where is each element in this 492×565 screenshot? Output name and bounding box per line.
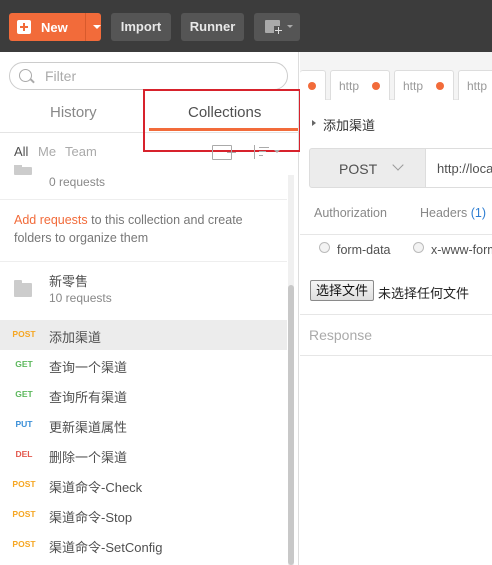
- radio-urlencoded[interactable]: [413, 242, 424, 253]
- sidebar: History Collections All Me Team 0 reques…: [0, 52, 301, 565]
- radio-form-data-label: form-data: [337, 243, 391, 257]
- empty-collection-hint: Add requests to this collection and crea…: [14, 211, 264, 247]
- unsaved-dot-icon: [308, 82, 316, 90]
- tab-headers-label: Headers: [420, 206, 468, 220]
- chevron-down-icon: [287, 25, 293, 28]
- method-badge: DEL: [15, 449, 33, 459]
- chevron-right-icon[interactable]: [312, 120, 316, 126]
- filter-me[interactable]: Me: [38, 144, 56, 159]
- headers-count-badge: (1): [470, 206, 487, 220]
- divider: [300, 234, 492, 235]
- collection-request-count: 10 requests: [49, 291, 112, 305]
- method-badge: PUT: [15, 419, 33, 429]
- method-select[interactable]: POST: [309, 148, 426, 188]
- request-tab-label: http: [339, 79, 360, 93]
- request-item[interactable]: DEL 删除一个渠道: [0, 440, 287, 470]
- request-name: 查询所有渠道: [49, 390, 128, 405]
- filter-team[interactable]: Team: [65, 144, 97, 159]
- request-tab[interactable]: [300, 70, 326, 100]
- radio-form-data[interactable]: [319, 242, 330, 253]
- new-collection-icon[interactable]: [212, 145, 236, 160]
- new-button-label: New: [41, 20, 68, 35]
- divider: [0, 199, 287, 200]
- scrollbar-thumb[interactable]: [288, 285, 294, 565]
- collection-item[interactable]: 新零售 10 requests: [0, 262, 287, 320]
- request-tab[interactable]: http: [458, 70, 492, 100]
- divider: [300, 355, 492, 356]
- collection-name: 新零售: [49, 274, 89, 289]
- request-item[interactable]: POST 渠道命令-SetConfig: [0, 530, 287, 560]
- divider: [300, 314, 492, 315]
- folder-icon: [14, 165, 32, 175]
- request-name: 渠道命令-Check: [49, 480, 143, 495]
- request-name: 查询一个渠道: [49, 360, 128, 375]
- top-toolbar: New Import Runner: [0, 0, 492, 52]
- request-tab[interactable]: http: [394, 70, 454, 100]
- request-item[interactable]: GET 查询所有渠道: [0, 380, 287, 410]
- plus-icon: [274, 26, 283, 35]
- method-badge: POST: [12, 509, 36, 519]
- request-name: 删除一个渠道: [49, 450, 128, 465]
- method-badge: POST: [12, 329, 36, 339]
- new-window-button[interactable]: [254, 13, 300, 41]
- runner-button[interactable]: Runner: [181, 13, 244, 41]
- collection-request-count: 0 requests: [49, 175, 106, 189]
- request-item[interactable]: POST 渠道命令-Stop: [0, 500, 287, 530]
- method-badge: POST: [12, 539, 36, 549]
- file-status-text: 未选择任何文件: [378, 286, 470, 301]
- sort-icon-stem: [254, 145, 255, 159]
- method-badge: GET: [15, 359, 33, 369]
- radio-urlencoded-label: x-www-form: [431, 243, 492, 257]
- request-tab-label: http: [467, 79, 488, 93]
- request-title: 添加渠道: [323, 118, 376, 133]
- filter-all[interactable]: All: [14, 144, 28, 159]
- method-badge: POST: [12, 479, 36, 489]
- request-tabs-bar: http http http: [300, 52, 492, 100]
- method-badge: GET: [15, 389, 33, 399]
- unsaved-dot-icon: [372, 82, 380, 90]
- response-label: Response: [309, 327, 373, 343]
- choose-file-button[interactable]: 选择文件: [310, 280, 374, 301]
- request-item[interactable]: GET 查询一个渠道: [0, 350, 287, 380]
- search-icon: [19, 69, 32, 82]
- request-name: 渠道命令-Stop: [49, 510, 133, 525]
- request-item[interactable]: PUT 更新渠道属性: [0, 410, 287, 440]
- sort-icon[interactable]: [250, 144, 280, 160]
- sidebar-scrollbar[interactable]: [288, 175, 294, 565]
- sort-icon-line: [259, 155, 263, 156]
- annotation-highlight-box: [143, 89, 301, 152]
- new-button[interactable]: New: [9, 13, 101, 41]
- chevron-down-icon: [274, 150, 280, 153]
- collection-list: 0 requests Add requests to this collecti…: [0, 165, 287, 565]
- search-box: [9, 62, 288, 90]
- method-select-value: POST: [339, 161, 378, 177]
- unsaved-dot-icon: [436, 82, 444, 90]
- new-button-divider: [85, 13, 86, 41]
- request-panel: http http http 添加渠道 POST http://loca Aut…: [300, 52, 492, 565]
- add-requests-link[interactable]: Add requests: [14, 213, 88, 227]
- search-input[interactable]: [45, 67, 275, 85]
- request-tab-label: http: [403, 79, 424, 93]
- request-item[interactable]: POST 渠道命令-Check: [0, 470, 287, 500]
- sort-icon-line: [259, 151, 266, 152]
- chevron-down-icon: [392, 159, 404, 171]
- plus-icon: [17, 20, 31, 34]
- request-name: 添加渠道: [49, 330, 102, 345]
- request-name: 渠道命令-SetConfig: [49, 540, 163, 555]
- url-input[interactable]: http://loca: [426, 148, 492, 188]
- chevron-down-icon[interactable]: [93, 25, 101, 29]
- tab-authorization[interactable]: Authorization: [314, 206, 387, 220]
- tab-headers[interactable]: Headers (1): [420, 206, 486, 220]
- url-input-value: http://loca: [437, 161, 492, 176]
- request-tab[interactable]: http: [330, 70, 390, 100]
- folder-icon: [14, 280, 32, 297]
- request-item[interactable]: POST 添加渠道: [0, 320, 287, 350]
- import-button[interactable]: Import: [111, 13, 171, 41]
- sort-icon-line: [259, 147, 269, 148]
- request-name: 更新渠道属性: [49, 420, 128, 435]
- tab-history[interactable]: History: [50, 104, 97, 121]
